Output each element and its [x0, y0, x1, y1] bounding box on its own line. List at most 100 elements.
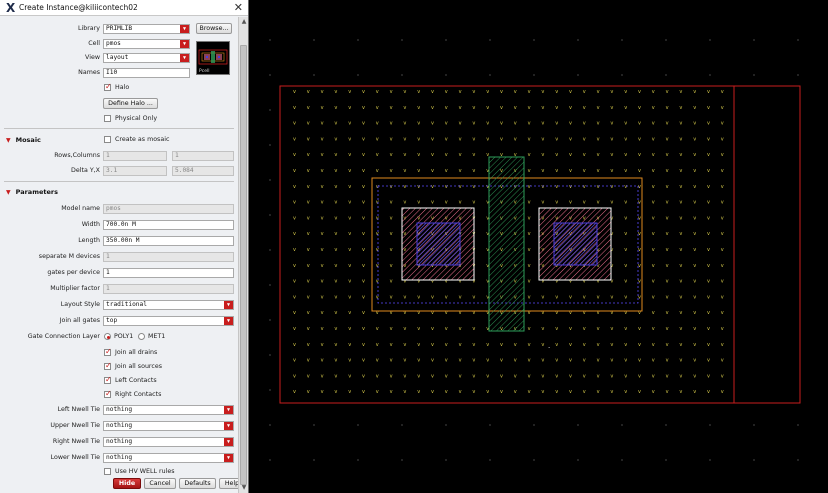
checkbox-box[interactable] [104, 389, 112, 398]
outer-grid-dot [401, 459, 403, 461]
define-halo-button[interactable]: Define Halo ... [103, 98, 158, 109]
delta-y-input[interactable]: 3.1 [103, 166, 167, 176]
close-icon[interactable]: ✕ [234, 1, 243, 15]
scrollbar-thumb[interactable] [240, 45, 247, 485]
checkbox-box[interactable] [104, 115, 111, 122]
gates-per-device-input[interactable]: 1 [103, 268, 234, 278]
chevron-down-icon[interactable]: ▼ [224, 317, 233, 325]
layout-style-combo[interactable]: traditional ▼ [103, 300, 234, 310]
grid-dot: v [652, 279, 655, 285]
grid-dot: v [666, 294, 669, 300]
join-all-sources-checkbox[interactable]: Join all sources [104, 361, 162, 370]
grid-dot: v [569, 89, 572, 95]
upper-nwell-tie-combo[interactable]: nothing ▼ [103, 421, 234, 431]
chevron-down-icon[interactable]: ▼ [224, 301, 233, 309]
join-all-gates-combo[interactable]: top ▼ [103, 316, 234, 326]
grid-dot: v [666, 136, 669, 142]
library-combo[interactable]: PRIMLIB ▼ [103, 24, 190, 34]
scroll-down-arrow-icon[interactable]: ▼ [240, 484, 248, 492]
radio-dot[interactable] [104, 333, 111, 340]
radio-poly1[interactable]: POLY1 [104, 333, 133, 340]
parameters-section-header[interactable]: ▼ Parameters [6, 188, 58, 196]
grid-dot: v [445, 389, 448, 395]
checkbox-box[interactable] [104, 136, 111, 143]
create-as-mosaic-checkbox[interactable]: Create as mosaic [104, 136, 169, 143]
radio-dot[interactable] [138, 333, 145, 340]
physical-only-checkbox[interactable]: Physical Only [104, 115, 157, 122]
width-input[interactable]: 700.0n M [103, 220, 234, 230]
grid-dot: v [334, 136, 337, 142]
chevron-down-icon[interactable]: ▼ [224, 422, 233, 430]
form-content: Library PRIMLIB ▼ Browse... Cell pmos ▼ Vi… [0, 17, 245, 493]
chevron-down-icon[interactable]: ▼ [224, 454, 233, 462]
length-input[interactable]: 350.00n M [103, 236, 234, 246]
right-contacts-checkbox[interactable]: Right Contacts [104, 389, 161, 398]
grid-dot: v [638, 200, 641, 206]
outer-grid-dot [753, 459, 755, 461]
checkbox-box[interactable] [104, 82, 112, 91]
mosaic-section-header[interactable]: ▼ Mosaic [6, 136, 41, 144]
grid-dot: v [666, 247, 669, 253]
grid-dot: v [541, 152, 544, 158]
use-hv-well-checkbox[interactable]: Use HV WELL rules [104, 468, 175, 475]
grid-dot: v [583, 136, 586, 142]
multiplier-input[interactable]: 1 [103, 284, 234, 294]
grid-dot: v [403, 121, 406, 127]
radio-met1[interactable]: MET1 [138, 333, 165, 340]
collapse-triangle-icon[interactable]: ▼ [6, 189, 11, 196]
grid-dot: v [362, 279, 365, 285]
left-contacts-checkbox[interactable]: Left Contacts [104, 375, 157, 384]
view-combo[interactable]: layout ▼ [103, 53, 190, 63]
halo-checkbox[interactable]: Halo [104, 82, 129, 91]
join-all-drains-checkbox[interactable]: Join all drains [104, 347, 157, 356]
checkbox-box[interactable] [104, 361, 112, 370]
separate-m-input[interactable]: 1 [103, 252, 234, 262]
rows-input[interactable]: 1 [103, 151, 167, 161]
grid-dot: v [555, 373, 558, 379]
cancel-button[interactable]: Cancel [144, 478, 176, 489]
grid-dot: v [307, 358, 310, 364]
vertical-scrollbar[interactable]: ▲ ▼ [238, 17, 248, 493]
layout-canvas[interactable]: v v v v v v v v v v v v v v v v v v v v v v v v v v v v v v v v v v v v v v v v… [250, 0, 828, 493]
grid-dot: v [583, 342, 586, 348]
chevron-down-icon[interactable]: ▼ [224, 406, 233, 414]
names-input[interactable]: I10 [103, 68, 190, 78]
grid-dot: v [376, 105, 379, 111]
collapse-triangle-icon[interactable]: ▼ [6, 137, 11, 144]
drain-contact[interactable] [553, 222, 598, 266]
chevron-down-icon[interactable]: ▼ [224, 438, 233, 446]
grid-dot: v [707, 105, 710, 111]
hide-button[interactable]: Hide [113, 478, 141, 489]
grid-dot: v [679, 358, 682, 364]
checkbox-box[interactable] [104, 375, 112, 384]
poly-gate[interactable] [488, 156, 525, 332]
grid-dot: v [652, 105, 655, 111]
layout-drawing[interactable]: v v v v v v v v v v v v v v v v v v v v v v v v v v v v v v v v v v v v v v v v… [250, 0, 828, 493]
grid-dot: v [293, 215, 296, 221]
grid-dot: v [707, 215, 710, 221]
grid-dot: v [693, 168, 696, 174]
checkbox-box[interactable] [104, 468, 111, 475]
grid-dot: v [569, 358, 572, 364]
browse-button[interactable]: Browse... [196, 23, 232, 34]
chevron-down-icon[interactable]: ▼ [180, 25, 189, 33]
delta-x-input[interactable]: 5.084 [172, 166, 234, 176]
defaults-button[interactable]: Defaults [179, 478, 216, 489]
columns-input[interactable]: 1 [172, 151, 234, 161]
grid-dot: v [445, 136, 448, 142]
lower-nwell-tie-combo[interactable]: nothing ▼ [103, 453, 234, 463]
source-contact[interactable] [416, 222, 461, 266]
grid-dot: v [569, 168, 572, 174]
grid-dot: v [541, 326, 544, 332]
left-nwell-tie-combo[interactable]: nothing ▼ [103, 405, 234, 415]
checkbox-box[interactable] [104, 347, 112, 356]
scroll-up-arrow-icon[interactable]: ▲ [240, 18, 248, 26]
right-nwell-tie-combo[interactable]: nothing ▼ [103, 437, 234, 447]
chevron-down-icon[interactable]: ▼ [180, 54, 189, 62]
model-name-input[interactable]: pmos [103, 204, 234, 214]
chevron-down-icon[interactable]: ▼ [180, 40, 189, 48]
grid-dot: v [638, 373, 641, 379]
grid-dot: v [624, 263, 627, 269]
grid-dot: v [459, 105, 462, 111]
cell-combo[interactable]: pmos ▼ [103, 39, 190, 49]
